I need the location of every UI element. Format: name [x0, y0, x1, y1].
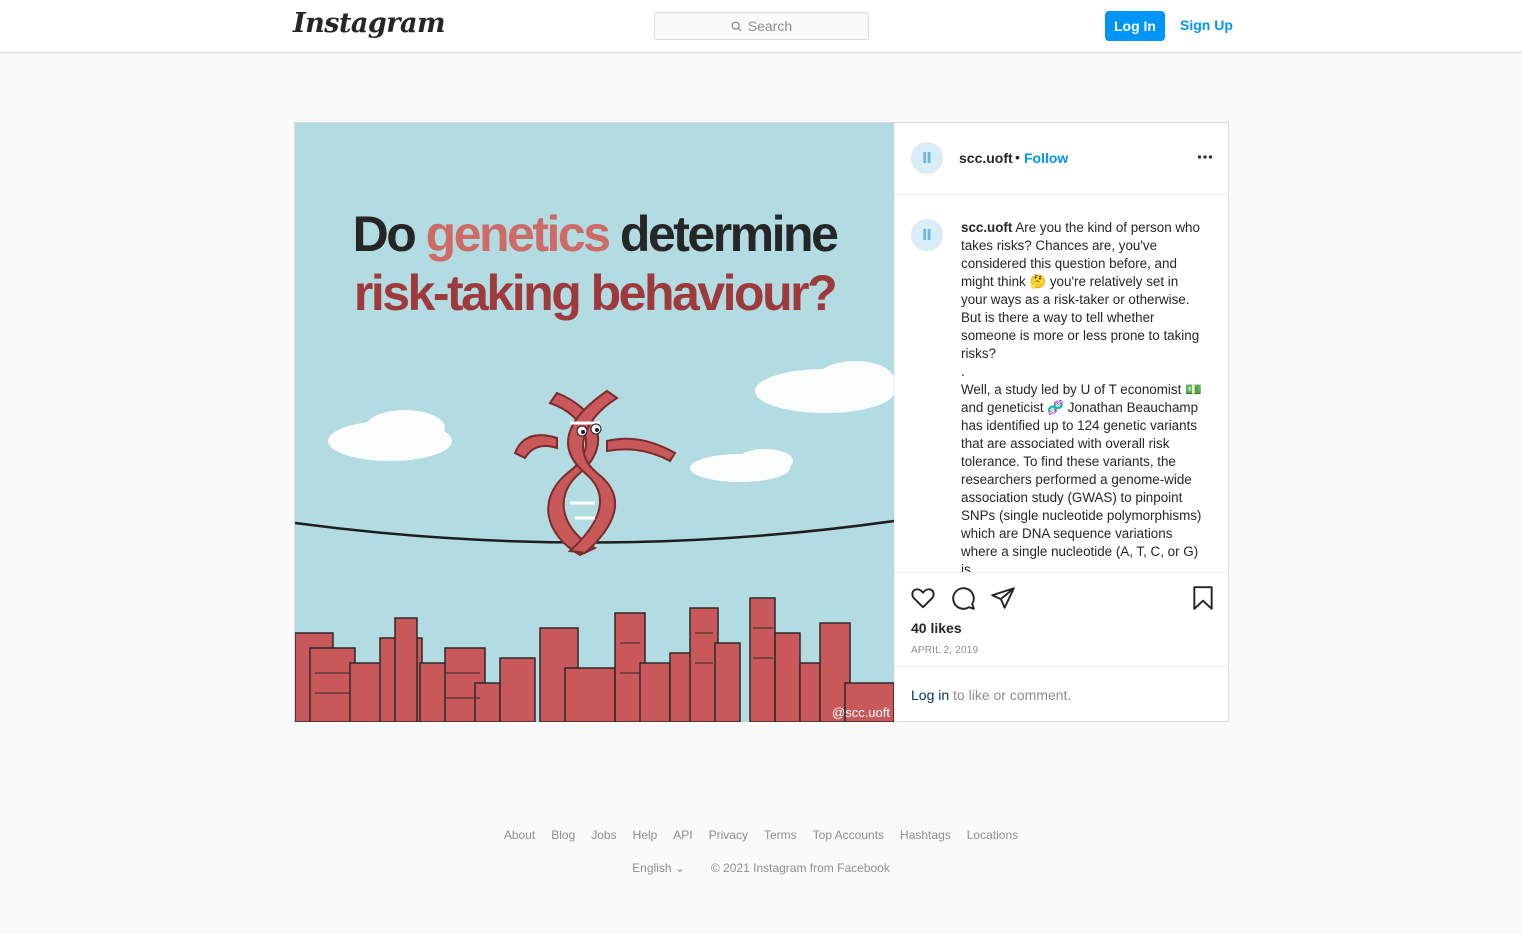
heart-icon[interactable]: [910, 585, 936, 611]
caption-username[interactable]: scc.uoft: [961, 220, 1012, 235]
language-select[interactable]: English ⌄: [632, 861, 685, 875]
instagram-logo[interactable]: Instagram: [293, 8, 446, 39]
login-to-comment-link[interactable]: Log in: [911, 687, 949, 703]
footer-link-help[interactable]: Help: [633, 828, 658, 842]
search-placeholder: Search: [747, 18, 793, 34]
share-icon[interactable]: [990, 585, 1016, 611]
footer-link-top-accounts[interactable]: Top Accounts: [813, 828, 884, 842]
headline-accent-text: genetics: [425, 206, 611, 262]
signup-link[interactable]: Sign Up: [1180, 17, 1233, 33]
post-actions: 40 likes APRIL 2, 2019 Log in to like or…: [895, 572, 1229, 722]
image-watermark: @scc.uoft: [832, 705, 890, 720]
footer-link-privacy[interactable]: Privacy: [709, 828, 748, 842]
likes-count[interactable]: 40 likes: [911, 620, 962, 636]
footer-link-api[interactable]: API: [673, 828, 692, 842]
footer-links: About Blog Jobs Help API Privacy Terms T…: [0, 828, 1522, 842]
post-image[interactable]: Do genetics determine risk-taking behavi…: [295, 123, 894, 722]
comment-icon[interactable]: [950, 585, 976, 611]
footer-bottom: English ⌄ © 2021 Instagram from Facebook: [0, 861, 1522, 875]
copyright: © 2021 Instagram from Facebook: [710, 861, 890, 875]
post-date[interactable]: APRIL 2, 2019: [911, 645, 978, 656]
caption-separator: .: [961, 364, 965, 379]
chevron-down-icon: ⌄: [674, 861, 685, 875]
footer-link-hashtags[interactable]: Hashtags: [900, 828, 951, 842]
post-author-username[interactable]: scc.uoft: [959, 150, 1013, 166]
avatar[interactable]: Ⅱ: [911, 219, 943, 251]
avatar[interactable]: Ⅱ: [911, 142, 943, 174]
footer-link-locations[interactable]: Locations: [967, 828, 1018, 842]
footer-link-terms[interactable]: Terms: [764, 828, 797, 842]
post-image-headline-line2: risk-taking behaviour?: [353, 265, 838, 321]
headline-text: determine: [608, 206, 839, 262]
separator-dot: •: [1015, 149, 1020, 165]
post-card: Do genetics determine risk-taking behavi…: [294, 122, 1229, 722]
login-button[interactable]: Log In: [1105, 11, 1165, 41]
footer-link-about[interactable]: About: [504, 828, 535, 842]
post-header: Ⅱ scc.uoft • Follow: [895, 123, 1229, 195]
footer-link-blog[interactable]: Blog: [551, 828, 575, 842]
bookmark-icon[interactable]: [1190, 585, 1216, 611]
caption-text: Are you the kind of person who takes ris…: [961, 220, 1200, 361]
more-options-icon[interactable]: [1197, 149, 1213, 165]
language-label: English: [632, 861, 672, 875]
caption-scroll-area[interactable]: Ⅱ scc.uoft Are you the kind of person wh…: [895, 196, 1229, 572]
post-caption: scc.uoft Are you the kind of person who …: [961, 219, 1207, 572]
comment-prompt: Log in to like or comment.: [895, 666, 1229, 723]
post-sidebar: Ⅱ scc.uoft • Follow Ⅱ scc.uoft Are you t…: [894, 123, 1229, 722]
comment-prompt-text: to like or comment.: [949, 687, 1072, 703]
follow-button[interactable]: Follow: [1024, 150, 1068, 166]
search-input[interactable]: Search: [654, 12, 869, 40]
search-icon: [731, 20, 742, 32]
caption-text: Well, a study led by U of T economist 💵 …: [961, 382, 1202, 572]
top-navbar: Instagram Search Log In Sign Up: [0, 0, 1522, 53]
headline-text: Do: [352, 206, 426, 262]
footer-link-jobs[interactable]: Jobs: [591, 828, 616, 842]
caption-paragraph: scc.uoft Are you the kind of person who …: [961, 219, 1207, 363]
post-image-headline-line1: Do genetics determine: [295, 205, 894, 263]
